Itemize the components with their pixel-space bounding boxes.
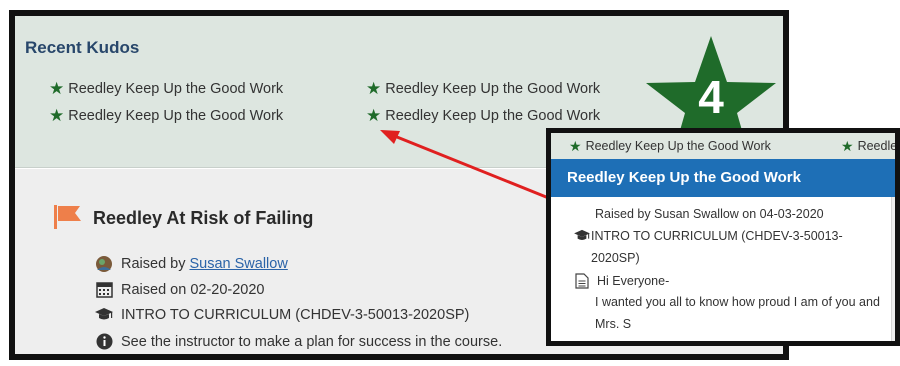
- graduation-cap-icon: [574, 229, 590, 240]
- flag-icon: [54, 205, 81, 229]
- alert-title: Reedley At Risk of Failing: [93, 208, 314, 228]
- kudo-label: Reedley Keep Up the Good Work: [585, 139, 771, 153]
- star-icon: ★: [366, 79, 382, 98]
- course-name: INTRO TO CURRICULUM (CHDEV-3-50013-2020S…: [121, 307, 470, 323]
- raised-on-row: Raised on 02-20-2020: [93, 281, 265, 298]
- popup-raised-text: Raised by Susan Swallow on 04-03-2020: [595, 207, 824, 221]
- raised-by-label: Raised by: [121, 256, 186, 272]
- kudo-link[interactable]: ★ Reedley Keep Up the Good Work: [366, 80, 600, 97]
- kudo-link[interactable]: ★ Reedley Keep Up the Good Work: [49, 80, 283, 97]
- document-icon: [575, 273, 589, 289]
- star-icon: ★: [569, 138, 582, 154]
- info-icon: [93, 333, 115, 350]
- popup-kudos-strip: ★ Reedley Keep Up the Good Work ★ Reedle…: [551, 133, 895, 159]
- popup-course-row: INTRO TO CURRICULUM (CHDEV-3-50013-: [573, 229, 843, 243]
- star-icon: ★: [49, 106, 65, 125]
- kudos-count: 4: [698, 71, 724, 123]
- kudo-label: Reedley Keep Up the Good Work: [385, 107, 601, 124]
- kudo-label: Reedley Keep Up the Good Work: [385, 80, 601, 97]
- calendar-icon: [93, 281, 115, 298]
- graduation-cap-icon: [93, 307, 115, 323]
- advice-text: See the instructor to make a plan for su…: [121, 333, 503, 350]
- popup-course-line2: 2020SP): [591, 251, 640, 265]
- popup-signature: Mrs. S: [595, 317, 632, 331]
- kudo-link[interactable]: ★ Reedley Keep Up the Good Work: [49, 107, 283, 124]
- raised-by-row: Raised by Susan Swallow: [93, 255, 288, 273]
- advice-row: See the instructor to make a plan for su…: [93, 333, 502, 350]
- star-icon: ★: [366, 106, 382, 125]
- kudo-link[interactable]: ★ Reedley: [841, 138, 900, 154]
- popup-side-panel: [891, 197, 895, 341]
- popup-greeting: Hi Everyone-: [597, 274, 670, 288]
- raised-on-text: Raised on 02-20-2020: [121, 281, 265, 298]
- popup-message-row: Hi Everyone-: [575, 273, 669, 289]
- course-row: INTRO TO CURRICULUM (CHDEV-3-50013-2020S…: [93, 307, 469, 323]
- star-icon: ★: [841, 138, 854, 154]
- popup-message: I wanted you all to know how proud I am …: [595, 295, 880, 309]
- kudo-label: Reedley Keep Up the Good Work: [68, 80, 284, 97]
- kudo-label: Reedley Keep Up the Good Work: [68, 107, 284, 124]
- kudo-detail-popup: ★ Reedley Keep Up the Good Work ★ Reedle…: [546, 128, 900, 346]
- kudo-label: Reedley: [857, 139, 900, 153]
- popup-course-line1: INTRO TO CURRICULUM (CHDEV-3-50013-: [591, 229, 843, 243]
- kudo-link[interactable]: ★ Reedley Keep Up the Good Work: [569, 139, 771, 153]
- avatar-icon: [93, 255, 115, 273]
- popup-body: Raised by Susan Swallow on 04-03-2020 IN…: [551, 197, 891, 341]
- annotation-arrow: [380, 130, 567, 207]
- raised-by-link[interactable]: Susan Swallow: [189, 256, 287, 272]
- recent-kudos-title: Recent Kudos: [25, 38, 140, 57]
- kudo-link[interactable]: ★ Reedley Keep Up the Good Work: [366, 107, 600, 124]
- star-icon: ★: [49, 79, 65, 98]
- popup-title: Reedley Keep Up the Good Work: [551, 159, 895, 197]
